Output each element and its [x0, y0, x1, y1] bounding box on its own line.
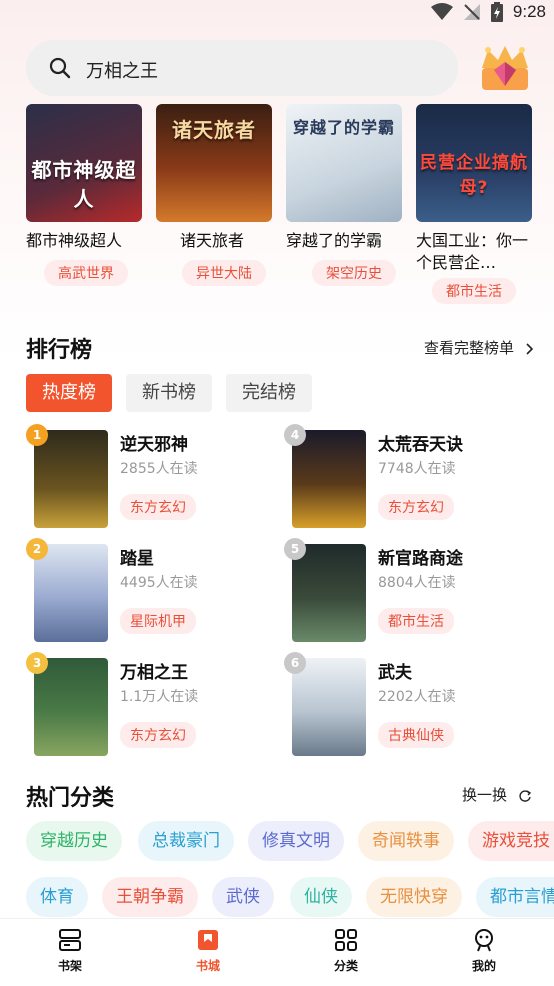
genre-tag[interactable]: 异世大陆	[182, 260, 266, 286]
tab-profile[interactable]: 我的	[454, 927, 514, 974]
book-cover: 民营企业搞航母?	[416, 104, 532, 222]
profile-icon	[475, 929, 493, 952]
book-title: 踏星	[120, 549, 154, 569]
genre-tag[interactable]: 高武世界	[44, 260, 128, 286]
refresh-icon	[519, 789, 531, 802]
reader-count: 7748人在读	[378, 461, 456, 477]
book-cover	[34, 658, 108, 756]
book-title: 逆天邪神	[120, 435, 188, 455]
category-grid-icon	[335, 929, 357, 951]
rank-badge: 6	[284, 652, 306, 674]
ranking-item[interactable]: 2 踏星 4495人在读 星际机甲	[26, 538, 276, 644]
genre-tag[interactable]: 东方玄幻	[378, 494, 454, 520]
book-title: 太荒吞天诀	[378, 435, 463, 455]
ranking-item[interactable]: 1 逆天邪神 2855人在读 东方玄幻	[26, 424, 276, 530]
tab-hot-ranking[interactable]: 热度榜	[26, 374, 112, 412]
tab-new-ranking[interactable]: 新书榜	[126, 374, 212, 412]
book-cover	[292, 430, 366, 528]
rank-badge: 3	[26, 652, 48, 674]
tab-finished-ranking[interactable]: 完结榜	[226, 374, 312, 412]
signal-off-icon	[463, 4, 480, 20]
reader-count: 1.1万人在读	[120, 689, 199, 705]
book-cover	[292, 658, 366, 756]
book-title: 穿越了的学霸	[286, 231, 383, 250]
book-card[interactable]: 都市神级超人 都市神级超人 高武世界	[26, 104, 144, 286]
reader-count: 2855人在读	[120, 461, 198, 477]
genre-tag[interactable]: 都市生活	[378, 608, 454, 634]
category-pill[interactable]: 武侠	[212, 877, 274, 917]
tab-bookshelf[interactable]: 书架	[40, 927, 100, 974]
book-title: 都市神级超人	[26, 231, 123, 250]
book-card[interactable]: 民营企业搞航母? 大国工业：你一个民营企… 都市生活	[416, 104, 534, 304]
category-pill[interactable]: 体育	[26, 877, 88, 917]
refresh-categories-button[interactable]: 换一换	[462, 784, 532, 805]
book-title: 大国工业：你一个民营企…	[416, 231, 529, 272]
book-title: 万相之王	[120, 663, 188, 683]
ranking-item[interactable]: 6 武夫 2202人在读 古典仙侠	[284, 652, 534, 758]
gift-crown-icon[interactable]	[476, 42, 534, 96]
category-pill[interactable]: 奇闻轶事	[358, 821, 454, 861]
genre-tag[interactable]: 古典仙侠	[378, 722, 454, 748]
book-title: 新官路商途	[378, 549, 463, 569]
ranking-item[interactable]: 4 太荒吞天诀 7748人在读 东方玄幻	[284, 424, 534, 530]
search-query: 万相之王	[86, 61, 158, 82]
ranking-item[interactable]: 3 万相之王 1.1万人在读 东方玄幻	[26, 652, 276, 758]
genre-tag[interactable]: 东方玄幻	[120, 722, 196, 748]
category-pill[interactable]: 仙侠	[290, 877, 352, 917]
bookshelf-icon	[59, 929, 81, 951]
reader-count: 8804人在读	[378, 575, 456, 591]
chevron-right-icon	[526, 342, 533, 355]
reader-count: 4495人在读	[120, 575, 198, 591]
battery-icon	[490, 2, 503, 22]
book-title: 诸天旅者	[180, 231, 245, 250]
book-cover: 诸天旅者	[156, 104, 272, 222]
status-bar: 9:28	[0, 0, 554, 28]
tab-categories[interactable]: 分类	[316, 927, 376, 974]
book-cover	[34, 430, 108, 528]
category-pill[interactable]: 穿越历史	[26, 821, 122, 861]
category-pill[interactable]: 总裁豪门	[138, 821, 234, 861]
book-card[interactable]: 诸天旅者 诸天旅者 异世大陆	[156, 104, 274, 286]
genre-tag[interactable]: 架空历史	[312, 260, 396, 286]
rank-badge: 5	[284, 538, 306, 560]
tab-bookstore[interactable]: 书城	[178, 927, 238, 974]
category-pill[interactable]: 修真文明	[248, 821, 344, 861]
book-cover	[292, 544, 366, 642]
category-pill[interactable]: 游戏竞技	[468, 821, 554, 861]
category-pill[interactable]: 都市言情	[476, 877, 554, 917]
book-card[interactable]: 穿越了的学霸 穿越了的学霸 架空历史	[286, 104, 404, 286]
search-input[interactable]: 万相之王	[26, 40, 458, 96]
ranking-tabs: 热度榜 新书榜 完结榜	[26, 374, 312, 412]
wifi-icon	[430, 3, 453, 20]
genre-tag[interactable]: 东方玄幻	[120, 494, 196, 520]
book-cover: 穿越了的学霸	[286, 104, 402, 222]
book-cover: 都市神级超人	[26, 104, 142, 222]
category-pill[interactable]: 无限快穿	[366, 877, 462, 917]
rank-badge: 1	[26, 424, 48, 446]
category-pill[interactable]: 王朝争霸	[102, 877, 198, 917]
ranking-title: 排行榜	[26, 338, 93, 363]
bookstore-icon	[198, 930, 218, 950]
book-title: 武夫	[378, 663, 412, 683]
rank-badge: 4	[284, 424, 306, 446]
featured-books-row: 都市神级超人 都市神级超人 高武世界 诸天旅者 诸天旅者 异世大陆 穿越了的学霸…	[26, 104, 554, 314]
rank-badge: 2	[26, 538, 48, 560]
ranking-item[interactable]: 5 新官路商途 8804人在读 都市生活	[284, 538, 534, 644]
reader-count: 2202人在读	[378, 689, 456, 705]
search-row: 万相之王	[26, 40, 546, 96]
status-time: 9:28	[512, 2, 546, 21]
bottom-tab-bar: 书架 书城 分类 我的	[0, 918, 554, 986]
view-full-ranking-link[interactable]: 查看完整榜单	[424, 337, 535, 358]
genre-tag[interactable]: 都市生活	[432, 278, 516, 304]
search-icon	[49, 57, 71, 79]
book-cover	[34, 544, 108, 642]
categories-title: 热门分类	[26, 786, 115, 811]
genre-tag[interactable]: 星际机甲	[120, 608, 196, 634]
